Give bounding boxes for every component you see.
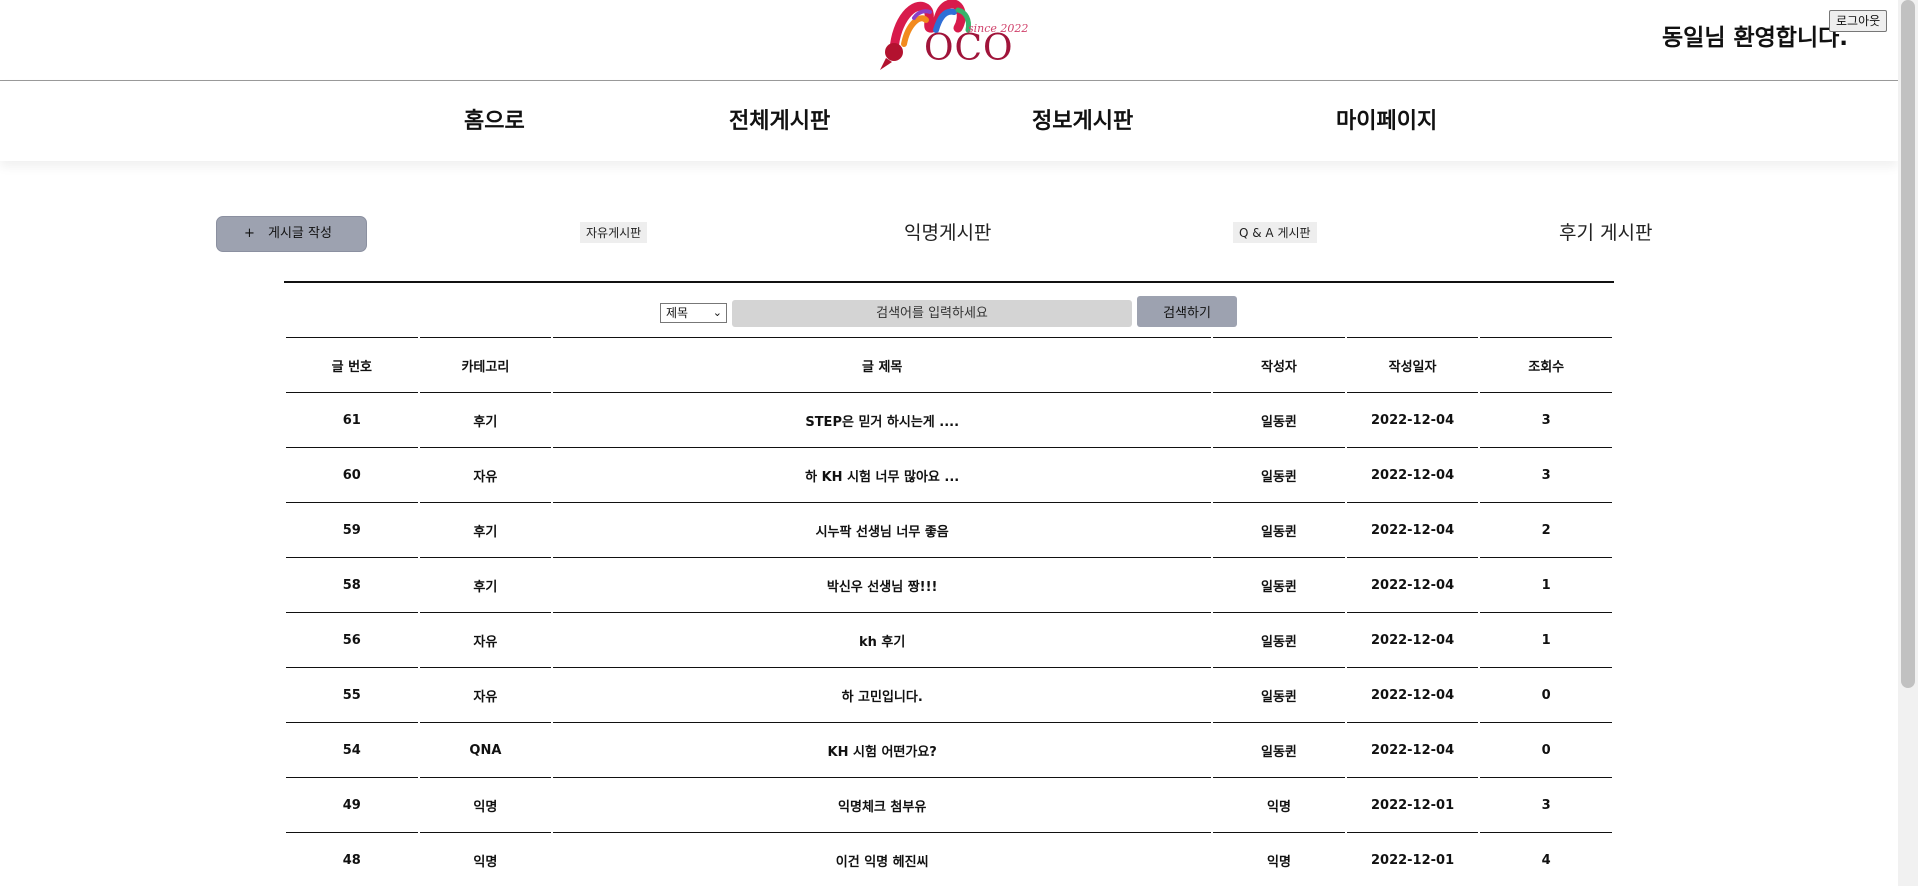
cell-title[interactable]: 박신우 선생님 짱!!! bbox=[553, 557, 1212, 612]
main-nav: 홈으로 전체게시판 정보게시판 마이페이지 bbox=[0, 81, 1898, 161]
cell-author: 일동퀸 bbox=[1213, 502, 1345, 557]
cell-date: 2022-12-04 bbox=[1346, 447, 1479, 502]
cell-views: 4 bbox=[1480, 832, 1612, 887]
cell-author: 일동퀸 bbox=[1213, 667, 1345, 722]
nav-item-mypage[interactable]: 마이페이지 bbox=[1336, 103, 1437, 135]
table-row[interactable]: 58 후기 박신우 선생님 짱!!! 일동퀸 2022-12-04 1 bbox=[286, 557, 1612, 612]
cell-category: 자유 bbox=[419, 667, 552, 722]
cell-views: 1 bbox=[1480, 557, 1612, 612]
scrollbar[interactable] bbox=[1898, 0, 1918, 886]
cell-author: 익명 bbox=[1213, 777, 1345, 832]
cell-views: 0 bbox=[1480, 722, 1612, 777]
cell-date: 2022-12-04 bbox=[1346, 392, 1479, 447]
search-field-value: 제목 bbox=[666, 306, 689, 320]
cell-category: 후기 bbox=[419, 392, 552, 447]
cell-title[interactable]: kh 후기 bbox=[553, 612, 1212, 667]
cell-no: 58 bbox=[286, 557, 418, 612]
scrollbar-thumb[interactable] bbox=[1901, 0, 1915, 688]
cell-date: 2022-12-04 bbox=[1346, 612, 1479, 667]
cell-author: 일동퀸 bbox=[1213, 722, 1345, 777]
table-row[interactable]: 60 자유 하 KH 시험 너무 많아요 ... 일동퀸 2022-12-04 3 bbox=[286, 447, 1612, 502]
header-date: 작성일자 bbox=[1346, 337, 1479, 392]
table-header-row: 글 번호 카테고리 글 제목 작성자 작성일자 조회수 bbox=[286, 337, 1612, 392]
site-header: since 2022 OCO 동일님 환영합니다. 로그아웃 bbox=[0, 0, 1898, 81]
tab-anonymous-board[interactable]: 익명게시판 bbox=[904, 218, 991, 245]
table-row[interactable]: 54 QNA KH 시험 어떤가요? 일동퀸 2022-12-04 0 bbox=[286, 722, 1612, 777]
cell-views: 0 bbox=[1480, 667, 1612, 722]
cell-title[interactable]: 하 KH 시험 너무 많아요 ... bbox=[553, 447, 1212, 502]
cell-views: 3 bbox=[1480, 777, 1612, 832]
search-button[interactable]: 검색하기 bbox=[1137, 296, 1237, 327]
cell-views: 3 bbox=[1480, 392, 1612, 447]
header-views: 조회수 bbox=[1480, 337, 1612, 392]
cell-views: 3 bbox=[1480, 447, 1612, 502]
cell-date: 2022-12-04 bbox=[1346, 722, 1479, 777]
cell-category: 익명 bbox=[419, 777, 552, 832]
cell-author: 일동퀸 bbox=[1213, 447, 1345, 502]
cell-author: 일동퀸 bbox=[1213, 392, 1345, 447]
nav-item-info-board[interactable]: 정보게시판 bbox=[1032, 103, 1133, 135]
cell-views: 1 bbox=[1480, 612, 1612, 667]
header-author: 작성자 bbox=[1213, 337, 1345, 392]
table-top-rule bbox=[284, 281, 1614, 283]
cell-date: 2022-12-04 bbox=[1346, 502, 1479, 557]
cell-date: 2022-12-01 bbox=[1346, 777, 1479, 832]
header-title: 글 제목 bbox=[553, 337, 1212, 392]
cell-category: 후기 bbox=[419, 502, 552, 557]
logo-text: OCO bbox=[924, 28, 1014, 69]
cell-date: 2022-12-01 bbox=[1346, 832, 1479, 887]
cell-author: 일동퀸 bbox=[1213, 612, 1345, 667]
header-category: 카테고리 bbox=[419, 337, 552, 392]
table-row[interactable]: 61 후기 STEP은 믿거 하시는게 .... 일동퀸 2022-12-04 3 bbox=[286, 392, 1612, 447]
table-row[interactable]: 56 자유 kh 후기 일동퀸 2022-12-04 1 bbox=[286, 612, 1612, 667]
write-post-label: 게시글 작성 bbox=[268, 226, 332, 241]
plus-icon: + bbox=[244, 226, 255, 241]
cell-title[interactable]: 이건 익명 헤진씨 bbox=[553, 832, 1212, 887]
cell-title[interactable]: 시누팍 선생님 너무 좋음 bbox=[553, 502, 1212, 557]
write-post-button[interactable]: + 게시글 작성 bbox=[216, 216, 367, 252]
tab-review-board[interactable]: 후기 게시판 bbox=[1559, 218, 1652, 245]
table-row[interactable]: 59 후기 시누팍 선생님 너무 좋음 일동퀸 2022-12-04 2 bbox=[286, 502, 1612, 557]
cell-category: 후기 bbox=[419, 557, 552, 612]
cell-views: 2 bbox=[1480, 502, 1612, 557]
cell-date: 2022-12-04 bbox=[1346, 557, 1479, 612]
search-field-select[interactable]: 제목 ⌄ bbox=[660, 303, 727, 323]
cell-no: 60 bbox=[286, 447, 418, 502]
cell-title[interactable]: 하 고민입니다. bbox=[553, 667, 1212, 722]
cell-category: QNA bbox=[419, 722, 552, 777]
nav-item-home[interactable]: 홈으로 bbox=[464, 103, 525, 135]
tab-free-board[interactable]: 자유게시판 bbox=[580, 222, 648, 243]
cell-category: 자유 bbox=[419, 612, 552, 667]
cell-category: 자유 bbox=[419, 447, 552, 502]
cell-title[interactable]: 익명체크 첨부유 bbox=[553, 777, 1212, 832]
table-row[interactable]: 55 자유 하 고민입니다. 일동퀸 2022-12-04 0 bbox=[286, 667, 1612, 722]
post-table: 글 번호 카테고리 글 제목 작성자 작성일자 조회수 61 후기 STEP은 믿거… bbox=[284, 337, 1614, 887]
cell-date: 2022-12-04 bbox=[1346, 667, 1479, 722]
cell-no: 59 bbox=[286, 502, 418, 557]
cell-category: 익명 bbox=[419, 832, 552, 887]
cell-title[interactable]: STEP은 믿거 하시는게 .... bbox=[553, 392, 1212, 447]
search-input[interactable]: 검색어를 입력하세요 bbox=[732, 300, 1132, 327]
cell-no: 56 bbox=[286, 612, 418, 667]
table-row[interactable]: 49 익명 익명체크 첨부유 익명 2022-12-01 3 bbox=[286, 777, 1612, 832]
cell-author: 익명 bbox=[1213, 832, 1345, 887]
cell-author: 일동퀸 bbox=[1213, 557, 1345, 612]
cell-no: 49 bbox=[286, 777, 418, 832]
tab-qna-board[interactable]: Q & A 게시판 bbox=[1233, 222, 1317, 243]
cell-no: 61 bbox=[286, 392, 418, 447]
cell-no: 54 bbox=[286, 722, 418, 777]
nav-item-all-boards[interactable]: 전체게시판 bbox=[729, 103, 830, 135]
logout-button[interactable]: 로그아웃 bbox=[1829, 10, 1888, 32]
welcome-message: 동일님 환영합니다. bbox=[1662, 25, 1849, 51]
cell-no: 48 bbox=[286, 832, 418, 887]
cell-no: 55 bbox=[286, 667, 418, 722]
chevron-down-icon: ⌄ bbox=[712, 306, 722, 319]
cell-title[interactable]: KH 시험 어떤가요? bbox=[553, 722, 1212, 777]
table-row[interactable]: 48 익명 이건 익명 헤진씨 익명 2022-12-01 4 bbox=[286, 832, 1612, 887]
header-no: 글 번호 bbox=[286, 337, 418, 392]
